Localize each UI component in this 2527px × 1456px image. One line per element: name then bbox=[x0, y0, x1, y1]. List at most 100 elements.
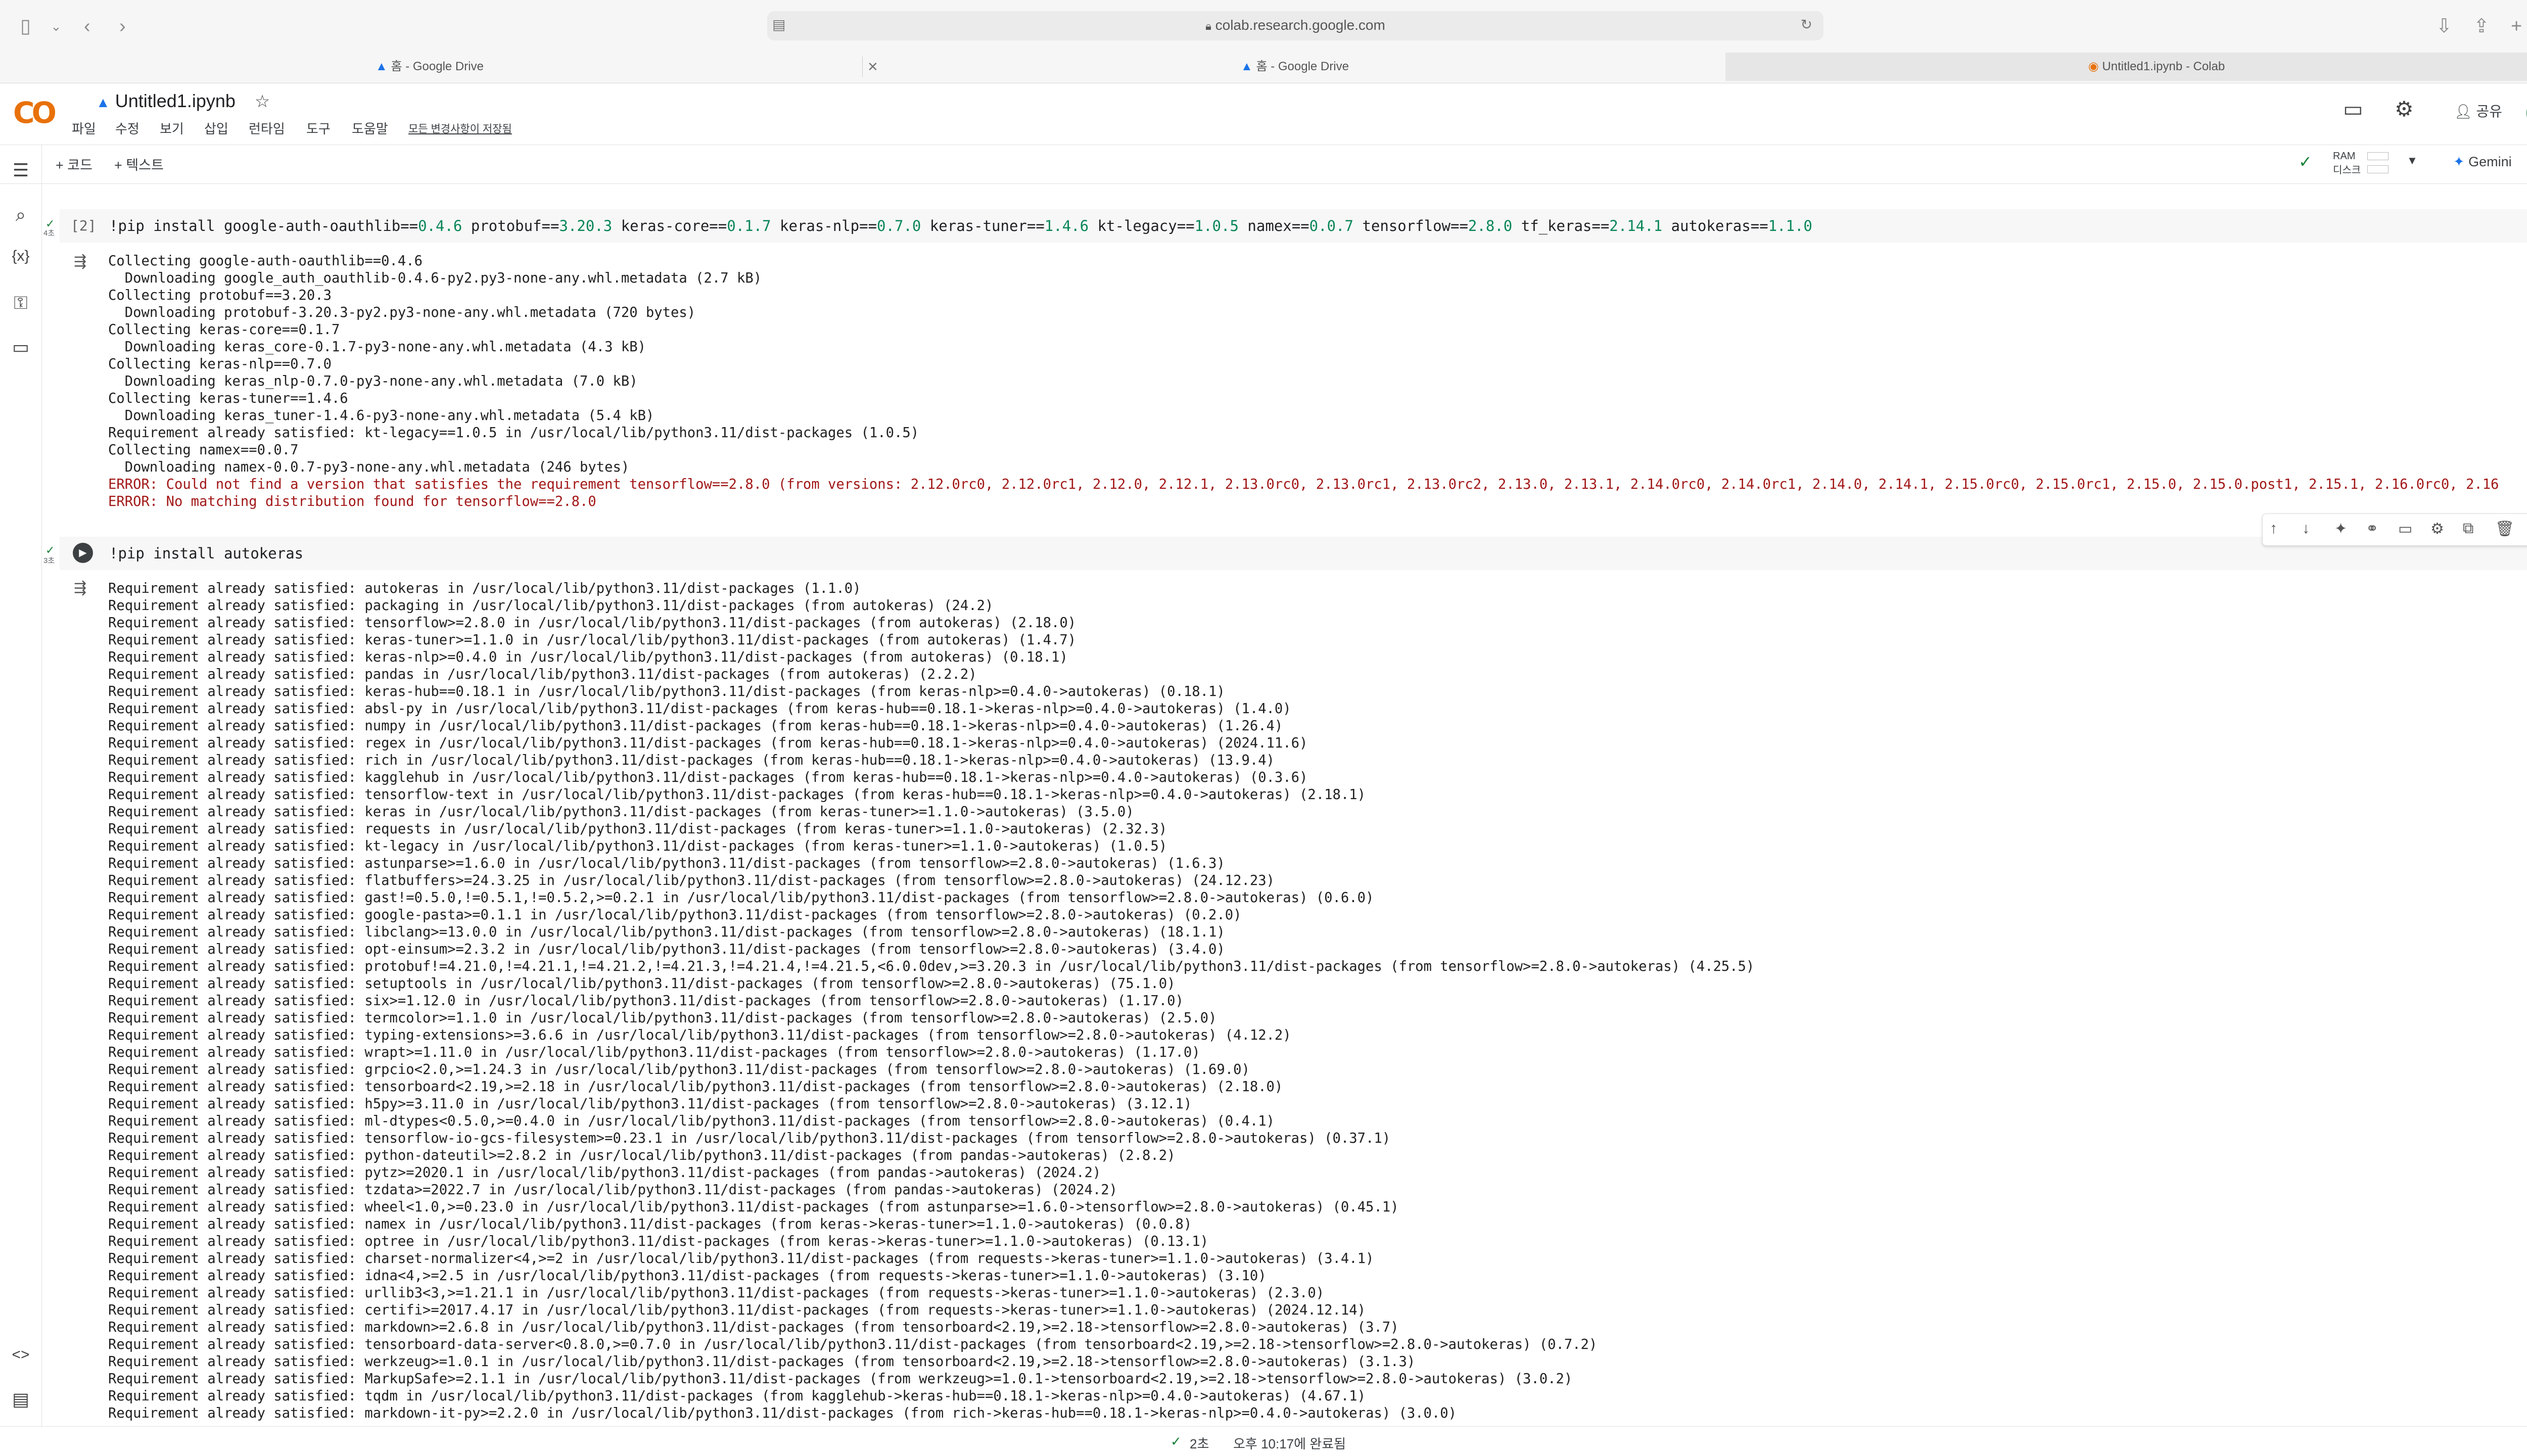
output-line: Requirement already satisfied: tzdata>=2… bbox=[108, 1182, 1117, 1198]
output-line: Downloading keras_core-0.1.7-py3-none-an… bbox=[108, 339, 646, 355]
output-line: Collecting keras-core==0.1.7 bbox=[108, 322, 340, 338]
exec-count: [2] bbox=[71, 217, 97, 234]
notebook-title[interactable]: ▲ Untitled1.ipynb ☆ bbox=[96, 90, 270, 112]
run-cell-button[interactable]: ▶ bbox=[73, 543, 93, 563]
status-bar: ✓ 2초 오후 10:17에 완료됨 ✕ bbox=[0, 1426, 2527, 1456]
search-icon[interactable]: ⌕ bbox=[9, 204, 32, 226]
folder-icon[interactable]: ▭ bbox=[9, 337, 32, 358]
output-line: Downloading keras_nlp-0.7.0-py3-none-any… bbox=[108, 373, 638, 389]
share-icon[interactable]: ⇪ bbox=[2473, 14, 2490, 38]
gemini-button[interactable]: ✦ Gemini bbox=[2453, 154, 2512, 170]
move-down-icon[interactable]: ↓ bbox=[2302, 520, 2310, 537]
output-line: Requirement already satisfied: python-da… bbox=[108, 1148, 1176, 1163]
output-line: Requirement already satisfied: ml-dtypes… bbox=[108, 1113, 1275, 1129]
download-icon[interactable]: ⇩ bbox=[2436, 14, 2452, 38]
output-line: Downloading keras_tuner-1.4.6-py3-none-a… bbox=[108, 408, 654, 424]
share-button[interactable]: 👤︎ 공유 bbox=[2454, 101, 2502, 121]
variables-icon[interactable]: {x} bbox=[9, 248, 32, 265]
mirror-icon[interactable]: ⧉ bbox=[2463, 520, 2473, 537]
add-text-button[interactable]: + 텍스트 bbox=[114, 154, 164, 174]
move-up-icon[interactable]: ↑ bbox=[2270, 520, 2277, 537]
output-line: Collecting google-auth-oauthlib==0.4.6 bbox=[108, 253, 423, 269]
ram-label: RAM bbox=[2333, 151, 2356, 162]
forward-icon[interactable]: › bbox=[119, 14, 126, 38]
address-bar[interactable]: ▤ 🔒︎ colab.research.google.com ↻ bbox=[767, 11, 1823, 40]
runtime-dropdown-icon[interactable]: ▼ bbox=[2407, 154, 2418, 167]
output-line: Requirement already satisfied: libclang>… bbox=[108, 924, 1225, 940]
chevron-down-icon[interactable]: ⌄ bbox=[51, 14, 62, 38]
gemini-icon: ✦ bbox=[2453, 154, 2465, 169]
exec-time: 3초 bbox=[43, 556, 55, 565]
run-duration: 2초 bbox=[1190, 1436, 1209, 1451]
notebook-title-text[interactable]: Untitled1.ipynb bbox=[115, 90, 236, 111]
code-snippets-icon[interactable]: <> bbox=[9, 1346, 32, 1364]
add-code-button[interactable]: + 코드 bbox=[56, 154, 92, 174]
output-line: Requirement already satisfied: optree in… bbox=[108, 1234, 1208, 1249]
output-line: Requirement already satisfied: h5py>=3.1… bbox=[108, 1096, 1192, 1112]
cell-source[interactable]: !pip install autokeras bbox=[109, 545, 303, 562]
gear-icon[interactable]: ⚙ bbox=[2430, 520, 2444, 538]
output-line: Requirement already satisfied: keras-nlp… bbox=[108, 649, 1068, 665]
output-line: Requirement already satisfied: kt-legacy… bbox=[108, 425, 919, 441]
cell-output-1: Collecting google-auth-oauthlib==0.4.6 D… bbox=[108, 253, 2499, 510]
cell-input[interactable]: ▶ !pip install autokeras bbox=[60, 537, 2527, 570]
star-icon[interactable]: ☆ bbox=[255, 92, 270, 111]
output-line: Requirement already satisfied: astunpars… bbox=[108, 856, 1225, 871]
colab-header: CO ▲ Untitled1.ipynb ☆ 파일 수정 보기 삽입 런타임 도… bbox=[0, 83, 2527, 144]
save-status[interactable]: 모든 변경사항이 저장됨 bbox=[408, 121, 512, 136]
url-text: 🔒︎ colab.research.google.com bbox=[767, 17, 1823, 33]
output-line: Requirement already satisfied: google-pa… bbox=[108, 907, 1242, 923]
output-menu-icon[interactable]: ⇶ bbox=[74, 579, 86, 597]
cell-toolbar: ↑ ↓ ✦ ⚭ ▭ ⚙ ⧉ 🗑︎ ⋮ bbox=[2262, 513, 2527, 546]
output-line: Requirement already satisfied: idna<4,>=… bbox=[108, 1268, 1267, 1284]
toc-icon[interactable]: ☰ bbox=[9, 160, 32, 181]
menu-file[interactable]: 파일 bbox=[72, 119, 96, 137]
cell-source[interactable]: !pip install google-auth-oauthlib==0.4.6… bbox=[109, 217, 1812, 234]
menu-help[interactable]: 도움말 bbox=[352, 119, 388, 137]
output-line: Requirement already satisfied: kagglehub… bbox=[108, 770, 1308, 785]
sidebar-toggle-icon[interactable]: ▯ bbox=[20, 14, 31, 38]
close-tab-icon[interactable]: ✕ bbox=[867, 53, 878, 81]
cell-input[interactable]: [2] !pip install google-auth-oauthlib==0… bbox=[60, 209, 2527, 243]
key-icon[interactable]: ⚿ bbox=[9, 292, 32, 314]
left-rail: ☰ ⌕ {x} ⚿ ▭ <> ▤ bbox=[0, 145, 42, 1432]
menu-runtime[interactable]: 런타임 bbox=[249, 119, 285, 137]
output-line: Requirement already satisfied: tensorflo… bbox=[108, 615, 1077, 631]
link-icon[interactable]: ⚭ bbox=[2366, 520, 2378, 538]
menu-tools[interactable]: 도구 bbox=[306, 119, 331, 137]
output-line: Requirement already satisfied: autokeras… bbox=[108, 581, 861, 596]
cell-output-2: Requirement already satisfied: autokeras… bbox=[108, 580, 1754, 1422]
comment-icon[interactable]: ▭ bbox=[2343, 97, 2363, 121]
output-line: Requirement already satisfied: numpy in … bbox=[108, 718, 1283, 734]
output-menu-icon[interactable]: ⇶ bbox=[74, 253, 86, 270]
back-icon[interactable]: ‹ bbox=[84, 14, 90, 38]
reload-icon[interactable]: ↻ bbox=[1801, 16, 1812, 33]
tab-colab[interactable]: ◉ Untitled1.ipynb - Colab bbox=[1725, 53, 2527, 81]
new-tab-icon[interactable]: + bbox=[2511, 14, 2522, 38]
lock-icon: 🔒︎ bbox=[1205, 20, 1211, 32]
output-line: Requirement already satisfied: flatbuffe… bbox=[108, 873, 1275, 888]
resource-indicator[interactable]: RAM 디스크 bbox=[2333, 149, 2368, 177]
output-line: Requirement already satisfied: grpcio<2.… bbox=[108, 1062, 1250, 1077]
tab-label: Untitled1.ipynb - Colab bbox=[2102, 60, 2225, 73]
tab-label: 홈 - Google Drive bbox=[391, 60, 484, 73]
sparkle-icon[interactable]: ✦ bbox=[2334, 520, 2347, 538]
output-line: Requirement already satisfied: keras-tun… bbox=[108, 632, 1077, 648]
tab-drive-2[interactable]: ✕ ▲ 홈 - Google Drive bbox=[865, 53, 1724, 81]
output-line: Requirement already satisfied: opt-einsu… bbox=[108, 942, 1225, 957]
menu-view[interactable]: 보기 bbox=[160, 119, 184, 137]
output-line: Requirement already satisfied: certifi>=… bbox=[108, 1302, 1366, 1318]
delete-icon[interactable]: 🗑︎ bbox=[2495, 520, 2514, 538]
terminal-icon[interactable]: ▤ bbox=[9, 1389, 32, 1410]
tab-drive-1[interactable]: ▲ 홈 - Google Drive bbox=[0, 53, 859, 81]
drive-icon: ▲ bbox=[1241, 60, 1253, 73]
output-line: Collecting namex==0.0.7 bbox=[108, 442, 299, 458]
url-value: colab.research.google.com bbox=[1215, 17, 1385, 33]
menu-edit[interactable]: 수정 bbox=[115, 119, 139, 137]
output-line: Requirement already satisfied: namex in … bbox=[108, 1216, 1192, 1232]
gear-icon[interactable]: ⚙ bbox=[2395, 97, 2414, 121]
comment-icon[interactable]: ▭ bbox=[2398, 520, 2412, 538]
menu-insert[interactable]: 삽입 bbox=[204, 119, 228, 137]
colab-logo[interactable]: CO bbox=[13, 96, 57, 130]
output-line: Requirement already satisfied: gast!=0.5… bbox=[108, 890, 1374, 906]
